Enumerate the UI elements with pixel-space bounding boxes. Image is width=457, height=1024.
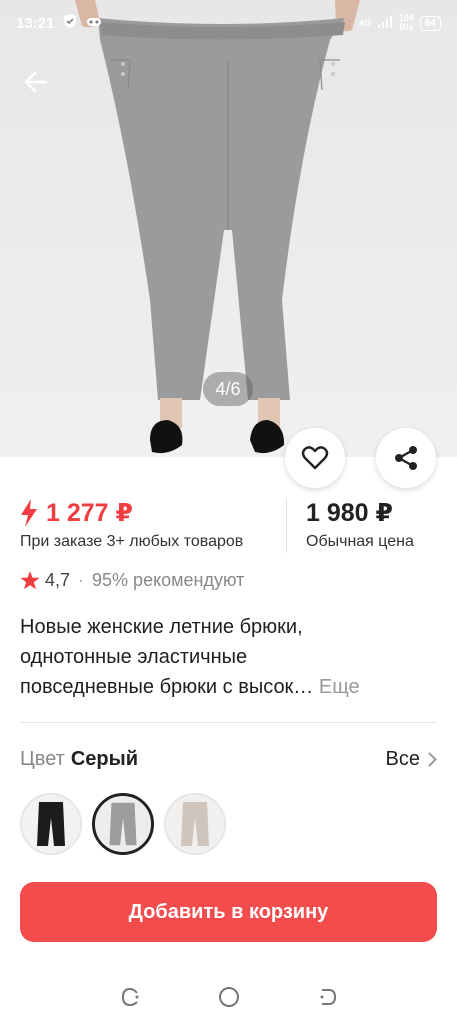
back-button[interactable]	[18, 64, 54, 100]
recent-apps-button[interactable]	[115, 982, 145, 1012]
network-type: 4G	[358, 18, 371, 28]
status-right: 4G 104 B/s 64	[359, 14, 441, 32]
star-icon	[20, 571, 40, 590]
rating-value: 4,7	[45, 570, 71, 590]
promo-price-block: 1 277 ₽ При заказе 3+ любых товаров	[20, 497, 243, 551]
color-swatches	[20, 793, 226, 855]
divider	[20, 722, 437, 723]
black-pants-thumbnail	[23, 796, 79, 852]
rating-separator: ·	[78, 570, 85, 590]
home-circle-icon	[218, 987, 239, 1007]
title-line: Новые женские летние брюки,	[20, 616, 303, 638]
heart-icon	[301, 446, 329, 470]
chevron-right-icon	[428, 752, 437, 766]
rating-row[interactable]: 4,7 · 95% рекомендуют	[20, 570, 244, 591]
promo-price: 1 277 ₽	[20, 497, 243, 529]
product-image-gallery[interactable]: 13:21 4G 104 B/s 64 4/6	[0, 0, 457, 457]
swatch-beige[interactable]	[164, 793, 226, 855]
gray-pants-thumbnail	[96, 797, 150, 851]
lightning-icon	[21, 499, 37, 527]
status-bar: 13:21 4G 104 B/s 64	[0, 0, 457, 46]
title-line: повседневные брюки с высок… Еще	[20, 676, 360, 698]
title-line: однотонные эластичные	[20, 646, 248, 668]
recommend-text: 95% рекомендуют	[92, 570, 245, 590]
swatch-black[interactable]	[20, 793, 82, 855]
swatch-gray[interactable]	[92, 793, 154, 855]
status-time: 13:21	[16, 14, 55, 32]
beige-pants-thumbnail	[167, 796, 223, 852]
system-nav-bar	[0, 970, 457, 1024]
regular-price-block: 1 980 ₽ Обычная цена	[306, 497, 414, 551]
recents-icon	[121, 987, 138, 1007]
all-colors-button[interactable]: Все	[386, 748, 437, 771]
price-block: 1 277 ₽ При заказе 3+ любых товаров 1 98…	[20, 497, 440, 557]
shield-icon	[62, 13, 78, 33]
promo-condition: При заказе 3+ любых товаров	[20, 533, 244, 550]
battery-indicator: 64	[419, 15, 441, 31]
product-title: Новые женские летние брюки, однотонные э…	[20, 612, 420, 702]
signal-icon	[377, 15, 393, 31]
add-to-cart-button[interactable]: Добавить в корзину	[20, 882, 437, 942]
color-selector-header: Цвет Серый Все	[20, 744, 437, 774]
regular-price-label: Обычная цена	[306, 533, 414, 550]
arrow-left-icon	[24, 71, 48, 93]
back-nav-icon	[320, 989, 336, 1005]
back-nav-button[interactable]	[313, 982, 343, 1012]
share-button[interactable]	[376, 428, 436, 488]
price-divider	[286, 499, 287, 553]
selected-color: Серый	[70, 747, 138, 770]
image-counter: 4/6	[203, 372, 253, 406]
network-speed: 104 B/s	[398, 13, 414, 32]
favorite-button[interactable]	[285, 428, 345, 488]
regular-price: 1 980 ₽	[306, 499, 393, 527]
color-label: Цвет	[20, 747, 65, 770]
gamepad-icon	[86, 15, 102, 32]
share-icon	[395, 446, 417, 470]
home-button[interactable]	[214, 982, 244, 1012]
more-link[interactable]: Еще	[319, 676, 360, 698]
